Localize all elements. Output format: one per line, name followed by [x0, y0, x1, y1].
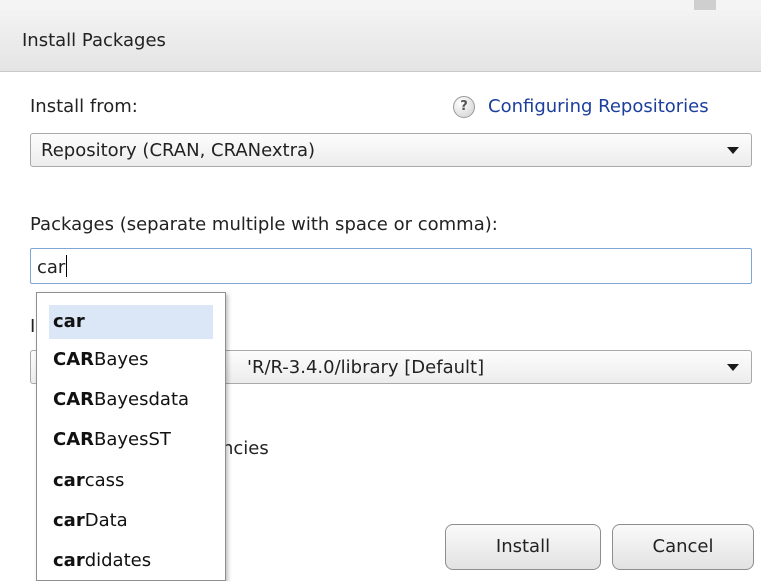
suggestion-rest: BayesST	[94, 429, 171, 450]
packages-value: car	[37, 257, 66, 278]
install-packages-dialog: Install Packages Install from: ? Configu…	[0, 0, 761, 581]
suggestion-item[interactable]: CARBayesST	[49, 423, 213, 457]
suggestion-rest: didates	[84, 550, 152, 571]
suggestion-item[interactable]: CARBayesdata	[49, 383, 213, 417]
suggestion-rest: Bayes	[94, 349, 149, 370]
suggestion-match: car	[53, 311, 85, 332]
suggestion-match: car	[53, 470, 85, 491]
packages-input[interactable]: car	[30, 248, 752, 284]
help-icon[interactable]: ?	[453, 96, 475, 118]
library-label: I	[30, 316, 36, 337]
packages-input-text: car	[37, 255, 68, 278]
suggestion-item[interactable]: CARBayes	[49, 343, 213, 377]
suggestion-item[interactable]: car	[49, 305, 213, 339]
install-from-value: Repository (CRAN, CRANextra)	[41, 140, 316, 161]
configuring-repositories-link[interactable]: Configuring Repositories	[488, 96, 709, 117]
suggestion-rest: Bayesdata	[94, 389, 190, 410]
suggestion-match: CAR	[53, 429, 95, 450]
suggestion-match: CAR	[53, 389, 95, 410]
suggestion-match: car	[53, 510, 85, 531]
library-value: 'R/R-3.4.0/library [Default]	[247, 357, 485, 378]
packages-label: Packages (separate multiple with space o…	[30, 214, 498, 235]
suggestion-item[interactable]: carData	[49, 504, 213, 538]
window-top-strip	[0, 0, 761, 10]
cancel-button[interactable]: Cancel	[612, 524, 754, 570]
install-button[interactable]: Install	[445, 524, 601, 570]
install-from-label: Install from:	[30, 96, 138, 117]
suggestion-rest: cass	[84, 470, 125, 491]
install-from-select[interactable]: Repository (CRAN, CRANextra)	[30, 133, 752, 167]
package-autocomplete-list: car CARBayes CARBayesdata CARBayesST car…	[36, 292, 226, 581]
dialog-titlebar: Install Packages	[0, 10, 761, 72]
text-caret	[66, 255, 68, 277]
suggestion-match: CAR	[53, 349, 95, 370]
suggestion-item[interactable]: cardidates	[49, 544, 213, 578]
dropdown-arrow-icon	[727, 364, 739, 371]
suggestion-match: car	[53, 550, 85, 571]
suggestion-rest: Data	[84, 510, 128, 531]
install-dependencies-label: ncies	[222, 438, 269, 459]
suggestion-item[interactable]: carcass	[49, 464, 213, 498]
dialog-title: Install Packages	[22, 30, 166, 51]
dropdown-arrow-icon	[727, 147, 739, 154]
